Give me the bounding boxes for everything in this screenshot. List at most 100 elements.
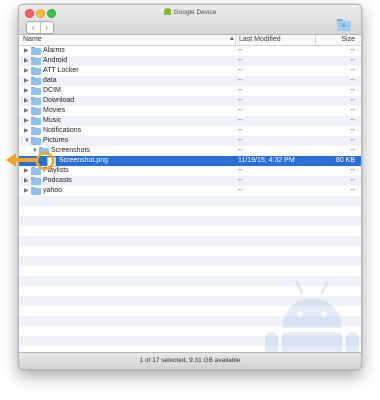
item-name: Music: [43, 117, 62, 124]
item-modified: --: [238, 187, 243, 194]
forward-button[interactable]: ›: [39, 22, 54, 33]
item-size: --: [350, 147, 355, 154]
disclosure-collapsed-icon[interactable]: ▶: [24, 47, 29, 55]
item-modified: --: [238, 137, 243, 144]
chevron-left-icon: ‹: [31, 22, 35, 32]
name-column-header[interactable]: Name: [23, 36, 42, 43]
item-modified: --: [238, 107, 243, 114]
file-row[interactable]: Screenshot.png 11/19/15, 4:32 PM 80 KB: [19, 156, 361, 167]
item-size: --: [350, 137, 355, 144]
item-size: --: [350, 47, 355, 54]
folder-icon: [31, 117, 41, 125]
item-modified: --: [238, 47, 243, 54]
disclosure-collapsed-icon[interactable]: ▶: [24, 117, 29, 125]
row-stripe: [19, 206, 361, 216]
status-text: 1 of 17 selected, 9.31 GB available: [139, 357, 241, 364]
item-name: Notifications: [43, 127, 82, 134]
column-header: Name ▲ Last Modified Size: [19, 35, 361, 46]
item-size: --: [350, 57, 355, 64]
item-modified: --: [238, 97, 243, 104]
item-name: Download: [43, 97, 75, 104]
disclosure-collapsed-icon[interactable]: ▶: [24, 67, 29, 75]
folder-icon: [31, 57, 41, 65]
folder-row[interactable]: ▶ data -- --: [19, 76, 361, 86]
item-size: --: [350, 167, 355, 174]
item-size: --: [350, 87, 355, 94]
disclosure-collapsed-icon[interactable]: ▶: [24, 107, 29, 115]
item-size: --: [350, 77, 355, 84]
back-button[interactable]: ‹: [27, 22, 40, 33]
item-modified: --: [238, 77, 243, 84]
item-name: Alarms: [43, 47, 65, 54]
item-modified: --: [238, 67, 243, 74]
folder-row[interactable]: ▶ Movies -- --: [19, 106, 361, 116]
item-name: Android: [43, 57, 68, 64]
last-modified-column-header[interactable]: Last Modified: [235, 36, 281, 45]
item-modified: --: [238, 117, 243, 124]
folder-icon: [31, 107, 41, 115]
item-modified: --: [238, 177, 243, 184]
item-name: Movies: [43, 107, 66, 114]
item-modified: --: [238, 127, 243, 134]
folder-row[interactable]: ▶ yahoo -- --: [19, 186, 361, 196]
folder-row[interactable]: ▶ Podcasts -- --: [19, 176, 361, 186]
item-size: --: [350, 127, 355, 134]
row-stripe: [19, 266, 361, 276]
window-title-text: Google Device: [173, 9, 217, 16]
disclosure-collapsed-icon[interactable]: ▶: [24, 57, 29, 65]
folder-icon: [31, 187, 41, 195]
row-stripe: [19, 256, 361, 266]
window-title: Google Device: [19, 8, 361, 16]
new-folder-button[interactable]: +: [337, 19, 351, 31]
item-modified: 11/19/15, 4:32 PM: [238, 157, 295, 164]
folder-row[interactable]: ▶ Notifications -- --: [19, 126, 361, 136]
item-size: 80 KB: [335, 157, 355, 164]
item-modified: --: [238, 57, 243, 64]
item-name: Screenshot.png: [59, 157, 109, 164]
folder-row[interactable]: ▶ Alarms -- --: [19, 46, 361, 56]
disclosure-collapsed-icon[interactable]: ▶: [24, 77, 29, 85]
disclosure-expanded-icon[interactable]: ▼: [24, 137, 30, 145]
disclosure-collapsed-icon[interactable]: ▶: [24, 187, 29, 195]
disclosure-collapsed-icon[interactable]: ▶: [24, 97, 29, 105]
status-bar: 1 of 17 selected, 9.31 GB available: [19, 352, 361, 369]
item-size: --: [350, 107, 355, 114]
navigation-buttons: ‹ ›: [26, 21, 54, 34]
android-logo-icon: [163, 8, 171, 15]
folder-row[interactable]: ▼ Pictures -- --: [19, 136, 361, 146]
item-size: --: [350, 117, 355, 124]
item-size: --: [350, 177, 355, 184]
item-modified: --: [238, 87, 243, 94]
folder-row[interactable]: ▶ Download -- --: [19, 96, 361, 106]
disclosure-collapsed-icon[interactable]: ▶: [24, 127, 29, 135]
item-size: --: [350, 97, 355, 104]
folder-icon: [31, 67, 41, 75]
folder-row[interactable]: ▶ ATT Locker -- --: [19, 66, 361, 76]
disclosure-collapsed-icon[interactable]: ▶: [24, 87, 29, 95]
item-name: yahoo: [43, 187, 63, 194]
row-stripe: [19, 226, 361, 236]
row-stripe: [19, 196, 361, 206]
row-stripe: [19, 246, 361, 256]
folder-icon: [31, 127, 41, 135]
folder-row[interactable]: ▶ Android -- --: [19, 56, 361, 66]
folder-icon: [31, 87, 41, 95]
file-browser-window: Google Device ‹ › + Name ▲ Last Modified…: [18, 4, 362, 370]
folder-row[interactable]: ▶ Music -- --: [19, 116, 361, 126]
item-size: --: [350, 187, 355, 194]
row-stripe: [19, 216, 361, 226]
item-modified: --: [238, 147, 243, 154]
item-modified: --: [238, 167, 243, 174]
item-name: DCIM: [43, 87, 61, 94]
folder-icon: [31, 137, 41, 145]
size-column-header[interactable]: Size: [341, 36, 355, 43]
folder-row[interactable]: ▶ DCIM -- --: [19, 86, 361, 96]
folder-icon: [31, 77, 41, 85]
chevron-right-icon: ›: [45, 22, 49, 32]
folder-row[interactable]: ▼ Screenshots -- --: [19, 146, 361, 156]
folder-row[interactable]: ▶ Playlists -- --: [19, 166, 361, 176]
item-name: Pictures: [43, 137, 69, 144]
callout-arrow-icon: [6, 151, 55, 171]
item-name: data: [43, 77, 57, 84]
folder-icon: [31, 97, 41, 105]
